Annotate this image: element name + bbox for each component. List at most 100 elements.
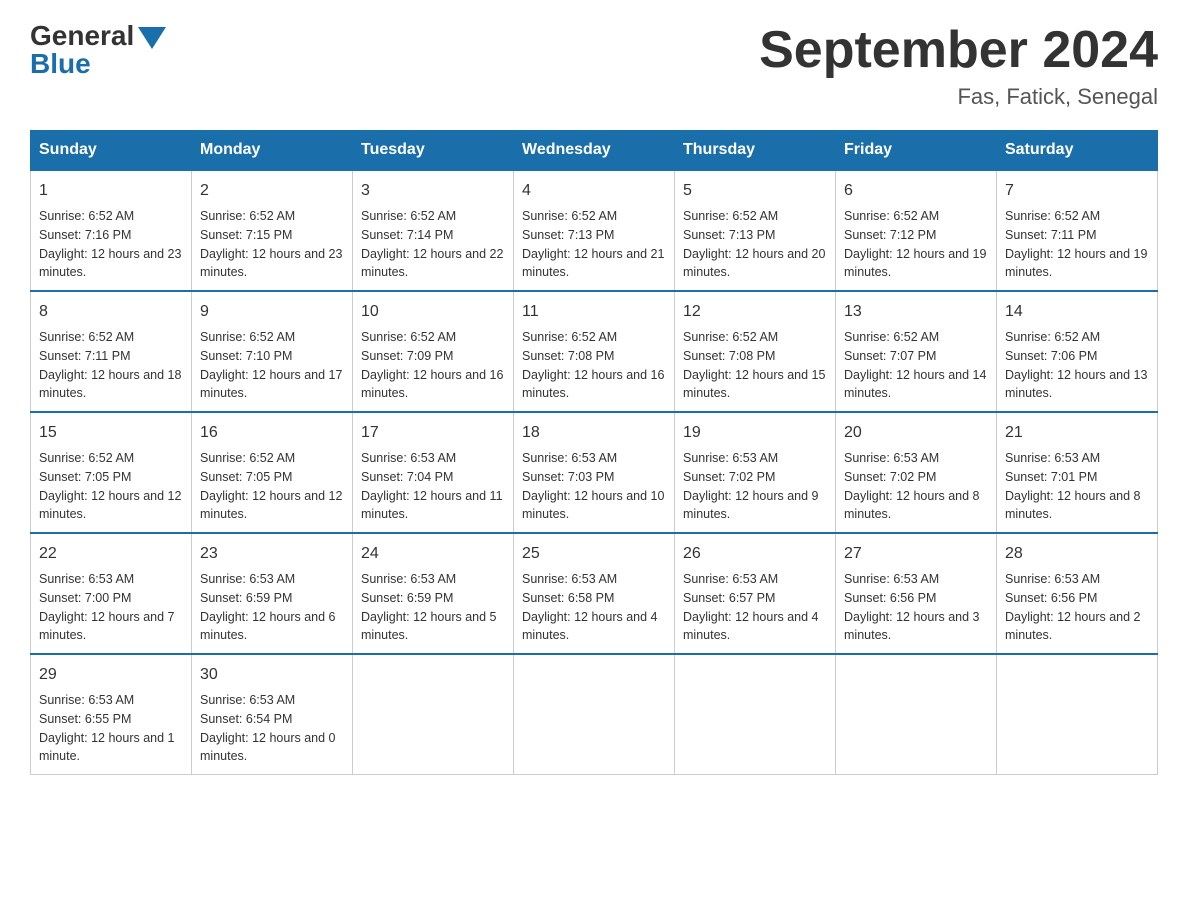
weekday-header-tuesday: Tuesday bbox=[353, 131, 514, 171]
calendar-cell bbox=[997, 654, 1158, 775]
weekday-header-row: SundayMondayTuesdayWednesdayThursdayFrid… bbox=[31, 131, 1158, 171]
calendar-cell bbox=[836, 654, 997, 775]
day-number: 1 bbox=[39, 179, 183, 203]
day-number: 12 bbox=[683, 300, 827, 324]
logo-blue-text: Blue bbox=[30, 48, 91, 80]
week-row-2: 8Sunrise: 6:52 AMSunset: 7:11 PMDaylight… bbox=[31, 291, 1158, 412]
calendar-cell bbox=[675, 654, 836, 775]
calendar-cell: 21 Sunrise: 6:53 AMSunset: 7:01 PMDayligh… bbox=[997, 412, 1158, 533]
day-info: Sunrise: 6:53 AMSunset: 7:02 PMDaylight:… bbox=[683, 449, 827, 524]
calendar-cell: 29 Sunrise: 6:53 AMSunset: 6:55 PMDayligh… bbox=[31, 654, 192, 775]
day-info: Sunrise: 6:52 AMSunset: 7:12 PMDaylight:… bbox=[844, 207, 988, 282]
week-row-3: 15 Sunrise: 6:52 AMSunset: 7:05 PMDayligh… bbox=[31, 412, 1158, 533]
day-number: 3 bbox=[361, 179, 505, 203]
calendar-cell: 9Sunrise: 6:52 AMSunset: 7:10 PMDaylight… bbox=[192, 291, 353, 412]
day-number: 9 bbox=[200, 300, 344, 324]
logo-triangle-icon bbox=[138, 27, 166, 49]
day-number: 6 bbox=[844, 179, 988, 203]
calendar-cell: 20 Sunrise: 6:53 AMSunset: 7:02 PMDayligh… bbox=[836, 412, 997, 533]
week-row-5: 29 Sunrise: 6:53 AMSunset: 6:55 PMDayligh… bbox=[31, 654, 1158, 775]
day-info: Sunrise: 6:52 AMSunset: 7:07 PMDaylight:… bbox=[844, 328, 988, 403]
day-info: Sunrise: 6:52 AMSunset: 7:08 PMDaylight:… bbox=[522, 328, 666, 403]
calendar-cell: 16 Sunrise: 6:52 AMSunset: 7:05 PMDayligh… bbox=[192, 412, 353, 533]
calendar-cell: 4Sunrise: 6:52 AMSunset: 7:13 PMDaylight… bbox=[514, 170, 675, 291]
calendar-cell: 5Sunrise: 6:52 AMSunset: 7:13 PMDaylight… bbox=[675, 170, 836, 291]
weekday-header-thursday: Thursday bbox=[675, 131, 836, 171]
calendar-cell: 10 Sunrise: 6:52 AMSunset: 7:09 PMDayligh… bbox=[353, 291, 514, 412]
day-number: 23 bbox=[200, 542, 344, 566]
day-number: 13 bbox=[844, 300, 988, 324]
day-number: 22 bbox=[39, 542, 183, 566]
calendar-table: SundayMondayTuesdayWednesdayThursdayFrid… bbox=[30, 130, 1158, 775]
day-info: Sunrise: 6:53 AMSunset: 7:03 PMDaylight:… bbox=[522, 449, 666, 524]
calendar-cell: 30 Sunrise: 6:53 AMSunset: 6:54 PMDayligh… bbox=[192, 654, 353, 775]
weekday-header-sunday: Sunday bbox=[31, 131, 192, 171]
weekday-header-friday: Friday bbox=[836, 131, 997, 171]
calendar-cell: 28Sunrise: 6:53 AMSunset: 6:56 PMDayligh… bbox=[997, 533, 1158, 654]
calendar-cell: 27Sunrise: 6:53 AMSunset: 6:56 PMDayligh… bbox=[836, 533, 997, 654]
day-number: 20 bbox=[844, 421, 988, 445]
day-info: Sunrise: 6:52 AMSunset: 7:14 PMDaylight:… bbox=[361, 207, 505, 282]
day-info: Sunrise: 6:53 AMSunset: 6:59 PMDaylight:… bbox=[200, 570, 344, 645]
calendar-cell: 1 Sunrise: 6:52 AMSunset: 7:16 PMDaylight… bbox=[31, 170, 192, 291]
day-number: 17 bbox=[361, 421, 505, 445]
day-info: Sunrise: 6:52 AMSunset: 7:11 PMDaylight:… bbox=[1005, 207, 1149, 282]
day-info: Sunrise: 6:53 AMSunset: 7:00 PMDaylight:… bbox=[39, 570, 183, 645]
calendar-cell: 22 Sunrise: 6:53 AMSunset: 7:00 PMDayligh… bbox=[31, 533, 192, 654]
calendar-cell: 26 Sunrise: 6:53 AMSunset: 6:57 PMDayligh… bbox=[675, 533, 836, 654]
day-number: 21 bbox=[1005, 421, 1149, 445]
weekday-header-saturday: Saturday bbox=[997, 131, 1158, 171]
location-subtitle: Fas, Fatick, Senegal bbox=[759, 84, 1158, 110]
day-number: 29 bbox=[39, 663, 183, 687]
day-number: 11 bbox=[522, 300, 666, 324]
day-info: Sunrise: 6:53 AMSunset: 6:54 PMDaylight:… bbox=[200, 691, 344, 766]
calendar-cell bbox=[514, 654, 675, 775]
day-info: Sunrise: 6:53 AMSunset: 7:02 PMDaylight:… bbox=[844, 449, 988, 524]
day-number: 10 bbox=[361, 300, 505, 324]
day-info: Sunrise: 6:52 AMSunset: 7:05 PMDaylight:… bbox=[200, 449, 344, 524]
day-number: 25 bbox=[522, 542, 666, 566]
day-number: 16 bbox=[200, 421, 344, 445]
day-number: 4 bbox=[522, 179, 666, 203]
day-number: 24 bbox=[361, 542, 505, 566]
day-number: 14 bbox=[1005, 300, 1149, 324]
month-title: September 2024 bbox=[759, 20, 1158, 80]
calendar-cell: 8Sunrise: 6:52 AMSunset: 7:11 PMDaylight… bbox=[31, 291, 192, 412]
calendar-cell: 24 Sunrise: 6:53 AMSunset: 6:59 PMDayligh… bbox=[353, 533, 514, 654]
day-number: 8 bbox=[39, 300, 183, 324]
day-number: 18 bbox=[522, 421, 666, 445]
day-info: Sunrise: 6:53 AMSunset: 7:04 PMDaylight:… bbox=[361, 449, 505, 524]
calendar-cell: 25Sunrise: 6:53 AMSunset: 6:58 PMDayligh… bbox=[514, 533, 675, 654]
day-info: Sunrise: 6:53 AMSunset: 6:57 PMDaylight:… bbox=[683, 570, 827, 645]
day-number: 26 bbox=[683, 542, 827, 566]
day-info: Sunrise: 6:53 AMSunset: 6:59 PMDaylight:… bbox=[361, 570, 505, 645]
logo: General Blue bbox=[30, 20, 166, 80]
calendar-cell: 7 Sunrise: 6:52 AMSunset: 7:11 PMDaylight… bbox=[997, 170, 1158, 291]
day-number: 30 bbox=[200, 663, 344, 687]
day-number: 7 bbox=[1005, 179, 1149, 203]
calendar-cell: 12Sunrise: 6:52 AMSunset: 7:08 PMDayligh… bbox=[675, 291, 836, 412]
day-info: Sunrise: 6:52 AMSunset: 7:05 PMDaylight:… bbox=[39, 449, 183, 524]
day-info: Sunrise: 6:52 AMSunset: 7:15 PMDaylight:… bbox=[200, 207, 344, 282]
week-row-1: 1 Sunrise: 6:52 AMSunset: 7:16 PMDaylight… bbox=[31, 170, 1158, 291]
calendar-cell: 13 Sunrise: 6:52 AMSunset: 7:07 PMDayligh… bbox=[836, 291, 997, 412]
calendar-cell: 3 Sunrise: 6:52 AMSunset: 7:14 PMDaylight… bbox=[353, 170, 514, 291]
day-info: Sunrise: 6:52 AMSunset: 7:06 PMDaylight:… bbox=[1005, 328, 1149, 403]
title-section: September 2024 Fas, Fatick, Senegal bbox=[759, 20, 1158, 110]
day-info: Sunrise: 6:53 AMSunset: 7:01 PMDaylight:… bbox=[1005, 449, 1149, 524]
day-number: 15 bbox=[39, 421, 183, 445]
calendar-cell: 6 Sunrise: 6:52 AMSunset: 7:12 PMDaylight… bbox=[836, 170, 997, 291]
day-number: 28 bbox=[1005, 542, 1149, 566]
calendar-cell: 2 Sunrise: 6:52 AMSunset: 7:15 PMDaylight… bbox=[192, 170, 353, 291]
day-number: 19 bbox=[683, 421, 827, 445]
day-number: 2 bbox=[200, 179, 344, 203]
calendar-cell: 23 Sunrise: 6:53 AMSunset: 6:59 PMDayligh… bbox=[192, 533, 353, 654]
day-info: Sunrise: 6:53 AMSunset: 6:55 PMDaylight:… bbox=[39, 691, 183, 766]
weekday-header-wednesday: Wednesday bbox=[514, 131, 675, 171]
calendar-cell: 14 Sunrise: 6:52 AMSunset: 7:06 PMDayligh… bbox=[997, 291, 1158, 412]
calendar-cell: 15 Sunrise: 6:52 AMSunset: 7:05 PMDayligh… bbox=[31, 412, 192, 533]
day-info: Sunrise: 6:52 AMSunset: 7:16 PMDaylight:… bbox=[39, 207, 183, 282]
calendar-cell: 11 Sunrise: 6:52 AMSunset: 7:08 PMDayligh… bbox=[514, 291, 675, 412]
day-info: Sunrise: 6:52 AMSunset: 7:09 PMDaylight:… bbox=[361, 328, 505, 403]
day-info: Sunrise: 6:52 AMSunset: 7:13 PMDaylight:… bbox=[683, 207, 827, 282]
